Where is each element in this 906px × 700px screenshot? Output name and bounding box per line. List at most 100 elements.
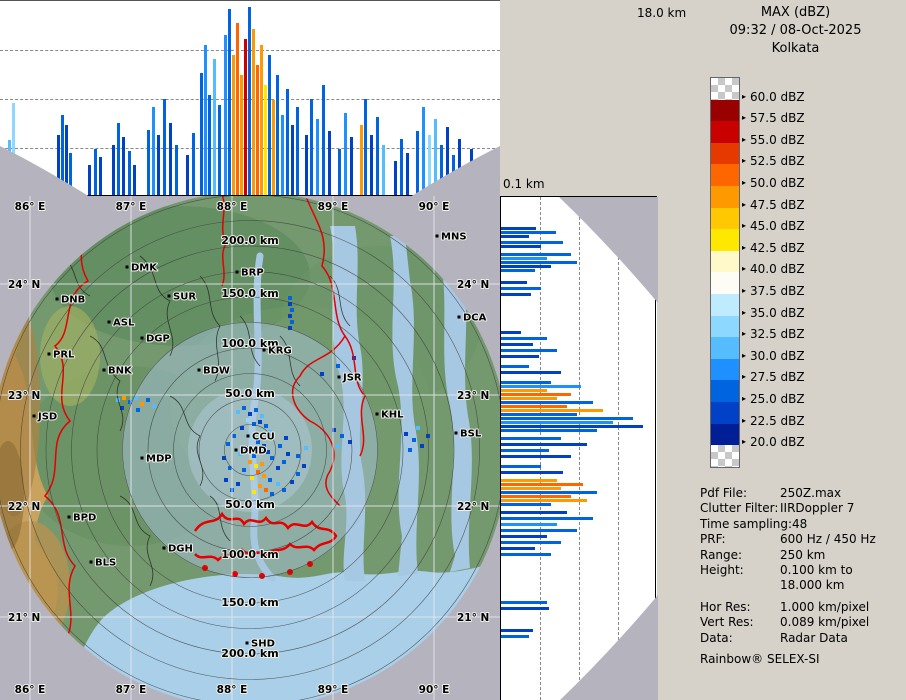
city-marker bbox=[68, 516, 71, 519]
product-datetime: 09:32 / 08-Oct-2025 bbox=[685, 23, 906, 38]
legend-tick-arrow: ▸ bbox=[742, 265, 746, 273]
echo-cell bbox=[320, 372, 324, 376]
legend-label: ▸52.5 dBZ bbox=[742, 154, 805, 168]
echo-cell bbox=[420, 444, 424, 448]
city-marker bbox=[198, 369, 201, 372]
info-value: 18.000 km bbox=[780, 578, 905, 593]
city-label: DMK bbox=[131, 263, 158, 274]
city-marker bbox=[90, 561, 93, 564]
city-label: MDP bbox=[146, 454, 172, 465]
legend-label: ▸37.5 dBZ bbox=[742, 284, 805, 298]
city-marker bbox=[247, 435, 250, 438]
city-marker bbox=[108, 321, 111, 324]
product-info: Pdf File:250Z.maxClutter Filter:IIRDoppl… bbox=[685, 486, 905, 667]
longitude-label: 86° E bbox=[15, 684, 46, 696]
legend-label-text: 27.5 dBZ bbox=[750, 370, 805, 384]
echo-cell bbox=[232, 434, 236, 438]
echo-cell bbox=[340, 434, 344, 438]
city-label: DMD bbox=[240, 446, 267, 457]
latitude-label: 21° N bbox=[457, 612, 489, 624]
info-label: PRF: bbox=[685, 532, 780, 547]
legend-tick-arrow: ▸ bbox=[742, 352, 746, 360]
echo-cell bbox=[242, 468, 246, 472]
info-row: Range:250 km bbox=[685, 548, 905, 563]
city-label: BSL bbox=[460, 429, 482, 440]
echo-cell bbox=[228, 466, 232, 470]
city-marker bbox=[236, 271, 239, 274]
legend-label-text: 35.0 dBZ bbox=[750, 306, 805, 320]
legend-label: ▸25.0 dBZ bbox=[742, 392, 805, 406]
longitude-label: 88° E bbox=[217, 201, 248, 213]
echo-cell bbox=[290, 308, 294, 312]
radar-display-window: 18.0 km 0.1 km bbox=[0, 0, 906, 700]
echo-cell bbox=[304, 446, 308, 450]
legend-tick-arrow: ▸ bbox=[742, 438, 746, 446]
info-value: 0.100 km to bbox=[780, 563, 905, 578]
city-label: SHD bbox=[251, 639, 275, 650]
info-row: Hor Res:1.000 km/pixel bbox=[685, 600, 905, 615]
longitude-label: 87° E bbox=[116, 201, 147, 213]
min-height-label: 0.1 km bbox=[503, 177, 545, 191]
echo-cell bbox=[296, 472, 300, 476]
echo-cell bbox=[122, 396, 126, 400]
echo-cell bbox=[246, 418, 250, 422]
city-marker bbox=[338, 376, 341, 379]
legend-label: ▸47.5 dBZ bbox=[742, 198, 805, 212]
xz-cross-section-panel bbox=[0, 0, 500, 196]
echo-cell bbox=[260, 462, 264, 466]
echo-cell bbox=[140, 402, 144, 406]
info-value: 48 bbox=[792, 517, 905, 532]
legend-swatch bbox=[711, 294, 739, 316]
legend-tick-arrow: ▸ bbox=[742, 287, 746, 295]
legend-tick-arrow: ▸ bbox=[742, 330, 746, 338]
legend-label: ▸57.5 dBZ bbox=[742, 111, 805, 125]
legend-tick-arrow: ▸ bbox=[742, 136, 746, 144]
info-value: 0.089 km/pixel bbox=[780, 615, 905, 630]
echo-cell bbox=[276, 466, 280, 470]
city-marker bbox=[141, 337, 144, 340]
radar-site-name: Kolkata bbox=[685, 41, 906, 56]
info-label: Clutter Filter: bbox=[685, 501, 780, 516]
info-value: IIRDoppler 7 bbox=[780, 501, 905, 516]
yz-cross-section-panel bbox=[500, 196, 657, 700]
echo-cell bbox=[252, 422, 256, 426]
max-height-label: 18.0 km bbox=[637, 6, 686, 20]
legend-label: ▸40.0 dBZ bbox=[742, 262, 805, 276]
range-ring-label: 50.0 km bbox=[225, 498, 275, 511]
echo-cell bbox=[136, 408, 140, 412]
legend-label: ▸50.0 dBZ bbox=[742, 176, 805, 190]
city-label: BNK bbox=[108, 366, 133, 377]
echo-cell bbox=[268, 478, 272, 482]
echo-cell bbox=[276, 482, 280, 486]
scan-limit-wedges bbox=[501, 197, 658, 700]
legend-tick-arrow: ▸ bbox=[742, 309, 746, 317]
legend-swatch bbox=[711, 143, 739, 165]
info-label: Data: bbox=[685, 631, 780, 646]
city-label: DNB bbox=[61, 295, 85, 306]
info-row: 18.000 km bbox=[685, 578, 905, 593]
info-row: Vert Res:0.089 km/pixel bbox=[685, 615, 905, 630]
echo-cell bbox=[282, 460, 286, 464]
legend-label: ▸ 35.0 dBZ bbox=[742, 306, 805, 320]
echo-cell bbox=[248, 460, 252, 464]
city-marker bbox=[376, 413, 379, 416]
legend-label-text: 42.5 dBZ bbox=[750, 241, 805, 255]
legend-label: ▸55.0 dBZ bbox=[742, 133, 805, 147]
legend-swatch bbox=[711, 316, 739, 338]
echo-cell bbox=[284, 436, 288, 440]
city-label: BPD bbox=[73, 513, 96, 524]
range-ring-label: 100.0 km bbox=[221, 548, 278, 561]
info-row: Clutter Filter:IIRDoppler 7 bbox=[685, 501, 905, 516]
city-marker bbox=[163, 547, 166, 550]
city-marker bbox=[33, 415, 36, 418]
echo-cell bbox=[336, 444, 340, 448]
echo-cell bbox=[254, 408, 258, 412]
city-label: KRG bbox=[268, 346, 292, 357]
info-label: Range: bbox=[685, 548, 780, 563]
legend-label: ▸22.5 dBZ bbox=[742, 414, 805, 428]
city-label: DGP bbox=[146, 334, 170, 345]
echo-cell bbox=[224, 478, 228, 482]
latitude-label: 22° N bbox=[457, 501, 489, 513]
scan-limit-wedges bbox=[0, 1, 500, 197]
city-label: MNS bbox=[441, 232, 467, 243]
